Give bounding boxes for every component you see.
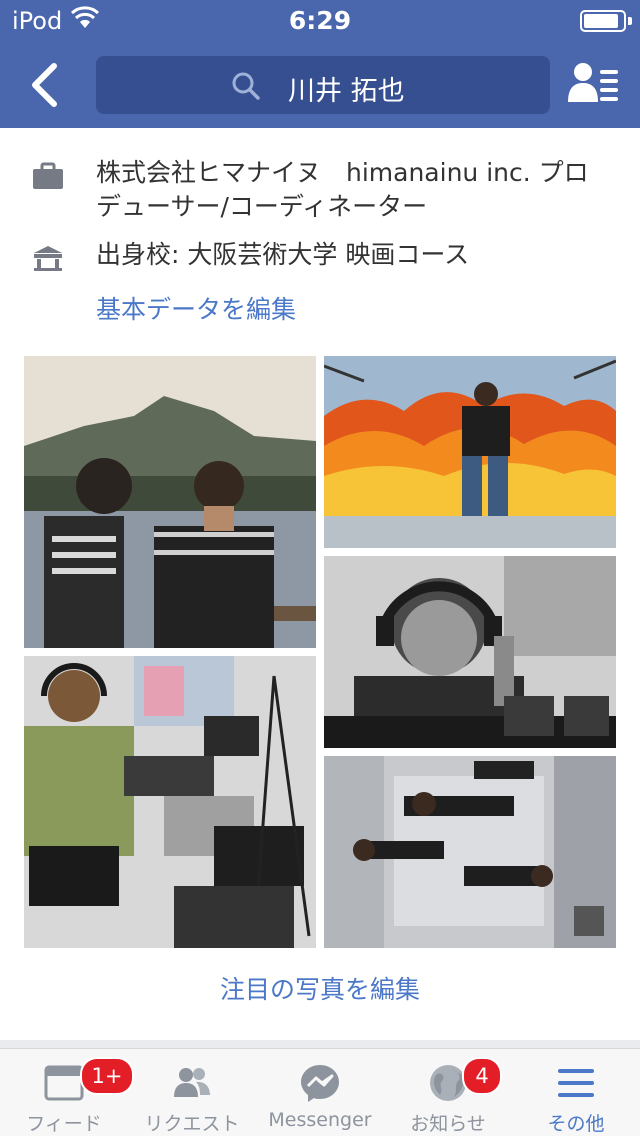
featured-photo-lake[interactable] [24,356,316,648]
messenger-icon [301,1065,339,1102]
search-icon [232,72,260,100]
featured-photo-zero-gravity[interactable] [324,756,616,948]
friend-requests-icon [174,1068,210,1097]
tab-requests-label: リクエスト [144,1113,240,1135]
tab-notifications[interactable]: お知らせ 4 [384,1049,512,1136]
edit-featured-photos-link[interactable]: 注目の写真を編集 [0,970,640,1006]
tab-requests[interactable]: リクエスト [128,1049,256,1136]
search-input[interactable]: 川井 拓也 [96,56,550,114]
tab-messenger[interactable]: Messenger [256,1049,384,1136]
tab-more-label: その他 [547,1113,605,1135]
featured-photo-explosion[interactable] [324,356,616,548]
back-button[interactable] [22,58,72,112]
friends-button[interactable] [566,60,622,108]
feed-badge: 1+ [80,1057,134,1095]
status-bar: iPod 6:29 [0,0,640,40]
battery-icon [580,10,626,32]
work-text: 株式会社ヒマナイヌ himanainu inc. プロデューサー/コーディネータ… [96,158,589,221]
header: iPod 6:29 川井 拓也 [0,0,640,128]
headphones-photo-image [324,556,616,748]
status-time: 6:29 [288,6,352,35]
lake-photo-image [24,356,316,648]
zero-gravity-photo-image [324,756,616,948]
education-text: 出身校: 大阪芸術大学 映画コース [96,240,470,269]
featured-photo-dj-setup[interactable] [24,656,316,948]
news-feed-icon [44,1065,84,1101]
menu-icon [558,1069,594,1097]
notifications-badge: 4 [462,1057,502,1095]
briefcase-icon [33,162,63,189]
edit-basic-info-link[interactable]: 基本データを編集 [96,290,296,326]
search-value: 川井 拓也 [288,76,405,107]
school-icon [34,246,62,271]
section-divider [0,1040,640,1048]
battery-tip [628,17,632,25]
dj-setup-photo-image [24,656,316,948]
tab-more[interactable]: その他 [512,1049,640,1136]
tab-feed[interactable]: フィード 1+ [0,1049,134,1136]
chevron-left-icon [32,63,57,107]
featured-photo-headphones-bw[interactable] [324,556,616,748]
tab-bar: フィード 1+ リクエスト Messenger お知らせ 4 その他 [0,1048,640,1136]
explosion-photo-image [324,356,616,548]
tab-messenger-label: Messenger [268,1109,372,1131]
tab-notifications-label: お知らせ [410,1113,486,1135]
friend-list-icon [568,63,618,102]
